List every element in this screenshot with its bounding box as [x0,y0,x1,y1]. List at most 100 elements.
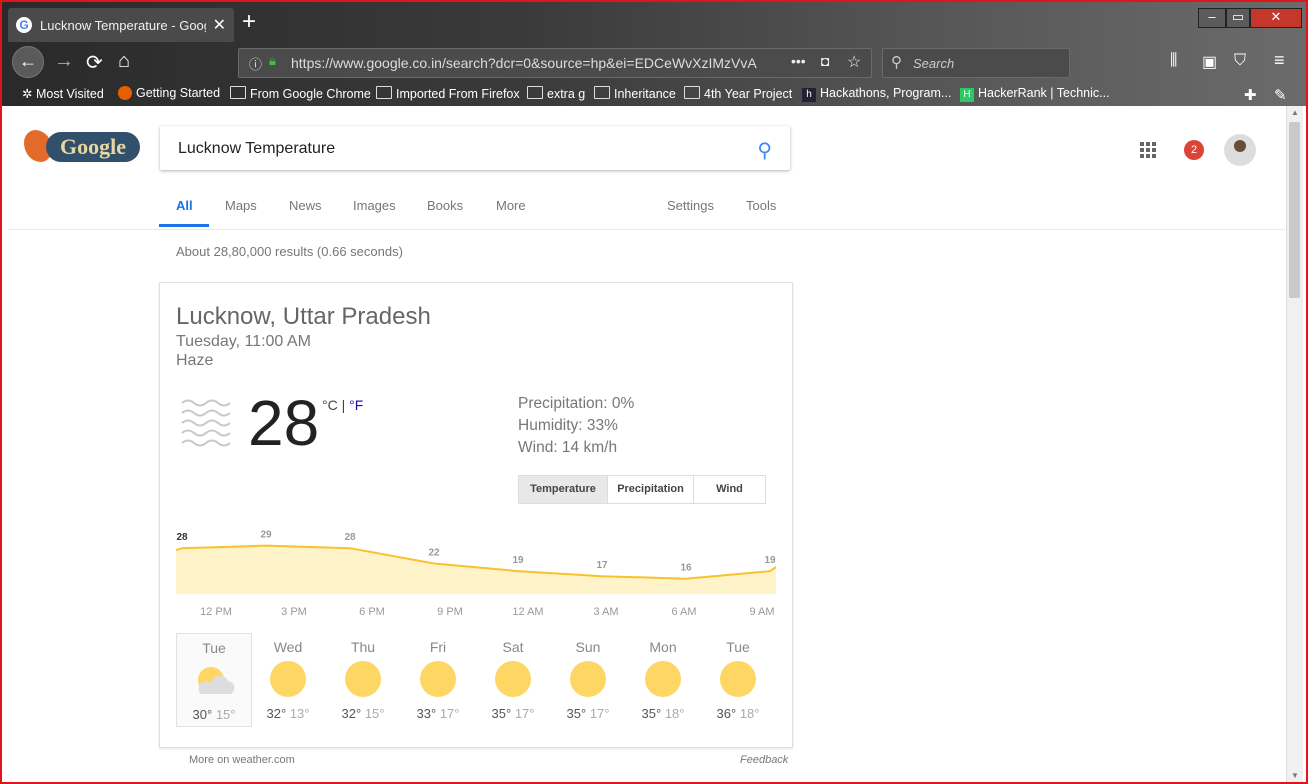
scroll-down-icon[interactable]: ▼ [1291,771,1299,780]
tab-tools[interactable]: Tools [746,198,776,213]
pocket-icon[interactable]: ◘ [821,53,829,69]
search-icon[interactable]: ⚲ [757,138,772,163]
maximize-button[interactable]: ▭ [1226,8,1250,28]
forecast-day[interactable]: Wed 32° 13° [251,633,325,725]
low-temp: 18° [664,706,685,721]
page-actions-icon[interactable]: ••• [791,53,806,69]
search-box[interactable]: ⚲ [160,126,790,172]
temperature-tab[interactable]: Temperature [519,476,608,503]
sun-icon [345,661,381,697]
high-temp: 35° [641,706,662,721]
back-button[interactable]: ← [12,46,44,78]
bookmark-hackerrank[interactable]: H HackerRank | Technic... [960,86,1110,102]
hour-label: 9 AM [749,606,775,618]
minimize-button[interactable]: – [1198,8,1226,28]
google-header: Google ⚲ 2 All Maps News Images Books Mo… [8,106,1285,230]
sun-icon [270,661,306,697]
tab-news[interactable]: News [289,198,322,213]
bookmark-label: Getting Started [136,86,221,100]
hour-label: 3 AM [593,606,619,618]
temperature-value-label: 28 [176,532,188,543]
humidity-text: Humidity: 33% [518,417,618,434]
bookmark-star-icon[interactable]: ☆ [847,52,861,72]
forecast-day[interactable]: Sun 35° 17° [551,633,625,725]
low-temp: 18° [739,706,760,721]
day-temps: 33° 17° [401,706,475,721]
low-temp: 17° [514,706,535,721]
bookmark-getting-started[interactable]: Getting Started [118,86,220,100]
tab-all[interactable]: All [176,198,193,213]
scroll-up-icon[interactable]: ▲ [1291,108,1299,117]
bookmark-folder[interactable]: 4th Year Project [684,86,792,101]
tab-books[interactable]: Books [427,198,463,213]
firefox-icon [118,86,132,100]
google-doodle-logo[interactable]: Google [24,130,142,166]
extensions-icon[interactable]: ✚ [1244,86,1257,104]
new-tab-button[interactable]: + [242,10,256,34]
forecast-day[interactable]: Fri 33° 17° [401,633,475,725]
sidebar-icon[interactable]: ▣ [1202,52,1217,72]
sun-icon [495,661,531,697]
bookmark-folder[interactable]: From Google Chrome [230,86,371,101]
low-temp: 15° [215,707,236,722]
url-text[interactable]: https://www.google.co.in/search?dcr=0&so… [291,55,761,71]
forecast-day[interactable]: Thu 32° 15° [326,633,400,725]
bookmark-label: 4th Year Project [704,87,793,101]
close-window-button[interactable]: ✕ [1250,8,1302,28]
browser-chrome: G Lucknow Temperature - Google Search ✕ … [2,2,1306,106]
low-temp: 15° [364,706,385,721]
more-weather-link[interactable]: More on weather.com [189,754,295,766]
feedback-link[interactable]: Feedback [740,754,788,766]
home-button[interactable]: ⌂ [118,50,130,73]
apps-grid-icon[interactable] [1140,142,1156,158]
search-input[interactable] [176,126,740,172]
page-scrollbar[interactable]: ▲ ▼ [1286,106,1303,782]
high-temp: 35° [566,706,587,721]
sun-icon [570,661,606,697]
forecast-day[interactable]: Mon 35° 18° [626,633,700,725]
forecast-day[interactable]: Tue 30° 15° [176,633,252,727]
avatar[interactable] [1224,134,1256,166]
shield-icon[interactable]: ⛉ [1234,52,1246,70]
bookmark-most-visited[interactable]: ✲ Most Visited [22,86,104,101]
tab-settings[interactable]: Settings [667,198,714,213]
day-name: Thu [350,639,376,655]
scrollbar-thumb[interactable] [1289,122,1300,298]
browser-tab[interactable]: G Lucknow Temperature - Google Search ✕ [8,8,234,42]
celsius-unit[interactable]: °C [322,397,338,413]
weather-location: Lucknow, Uttar Pradesh [176,303,431,330]
fahrenheit-unit[interactable]: °F [349,397,363,413]
tab-more[interactable]: More [496,198,526,213]
bookmark-hackathons[interactable]: h Hackathons, Program... [802,86,951,102]
weather-condition: Haze [176,352,214,369]
bookmarks-toolbar: ✲ Most Visited Getting Started From Goog… [2,82,1306,106]
tab-maps[interactable]: Maps [225,198,257,213]
info-icon[interactable]: ⓘ [249,54,262,73]
browser-search-box[interactable]: ⚲ Search [882,48,1070,78]
close-tab-icon[interactable]: ✕ [213,15,226,35]
precipitation-tab[interactable]: Precipitation [608,476,694,503]
wind-tab[interactable]: Wind [694,476,765,503]
day-temps: 35° 18° [626,706,700,721]
forward-button[interactable]: → [54,50,74,73]
day-name: Mon [649,639,677,655]
day-name: Tue [726,639,750,655]
notifications-badge[interactable]: 2 [1184,140,1204,160]
wrench-icon[interactable]: ✎ [1274,86,1287,104]
folder-icon [527,86,543,99]
menu-icon[interactable]: ≡ [1274,50,1285,71]
bookmark-folder[interactable]: Imported From Firefox [376,86,520,101]
day-temps: 32° 13° [251,706,325,721]
bookmark-label: From Google Chrome [250,87,371,101]
hour-label: 6 PM [359,606,385,618]
forecast-day[interactable]: Sat 35° 17° [476,633,550,725]
bookmark-folder[interactable]: extra g [527,86,585,101]
reload-button[interactable]: ⟳ [86,50,103,75]
library-icon[interactable]: ⫼ [1170,52,1177,70]
forecast-day[interactable]: Tue 36° 18° [701,633,775,725]
tab-images[interactable]: Images [353,198,396,213]
low-temp: 17° [589,706,610,721]
bookmark-folder[interactable]: Inheritance [594,86,676,101]
address-bar[interactable]: ⓘ 🔒︎ https://www.google.co.in/search?dcr… [238,48,872,78]
high-temp: 32° [266,706,287,721]
